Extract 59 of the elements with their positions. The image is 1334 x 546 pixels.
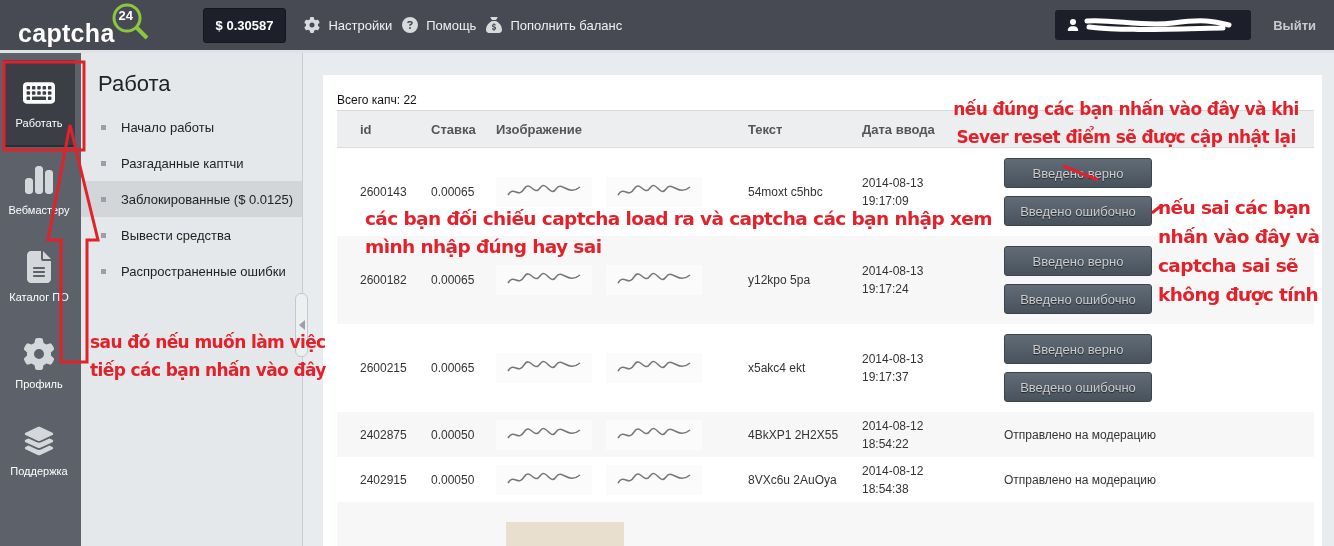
confirm-button[interactable]: Введено верно [1004,334,1152,364]
confirm-button[interactable]: Введено верно [1004,246,1152,276]
submenu-item[interactable]: Разгаданные каптчи [81,145,302,181]
annotation-text: sau đó nếu muốn làm việc tiếp các bạn nhấn vào đây [90,331,327,382]
column-header: Текст [748,121,784,137]
help-icon [402,17,419,33]
submenu-item[interactable]: Распространенные ошибки [81,253,302,289]
table-cell-text: y12kpo 5pa [748,272,812,289]
table-cell-text: 2600182 [360,272,408,289]
column-header: id [360,121,373,137]
table-cell-text: 0.00065 [431,272,476,289]
reject-button[interactable]: Введено ошибочно [1004,372,1152,402]
table-cell-text: 4BkXP1 2H2X55 [748,426,840,444]
table-cell-text: 2014-08-13 19:17:09 [862,175,925,210]
table-cell-text: 54moxt c5hbc [748,184,824,201]
money-bag-icon [486,17,503,33]
table-cell-text: 2402915 [360,471,408,489]
nav-link[interactable]: Пополнить баланс [486,17,623,33]
table-cell-text: 8VXc6u 2AuOya [748,471,838,489]
table-cell-text: 0.00065 [431,360,476,377]
nav-link[interactable]: Настройки [304,17,393,33]
table-cell-text: x5akc4 ekt [748,360,807,377]
table-cell-text: 0.00050 [431,471,476,489]
table-cell-text: 2014-08-13 19:17:24 [862,263,925,298]
sidebar-item[interactable]: Профиль [3,321,75,408]
annotation-text: nếu đúng các bạn nhấn vào đây và khi Sever reset điểm sẽ được cập nhật lại [952,98,1300,149]
section-title: Работа [98,71,172,97]
bar-chart-icon [23,163,55,196]
table-cell-text: 2600215 [360,360,408,377]
annotation-text: nếu sai các bạn nhấn vào đây và captcha sai sẽ không được tính [1158,196,1321,307]
layers-icon [23,424,55,457]
table-cell-text: 2402875 [360,426,408,444]
status-text: Отправлено на модерацию [1004,471,1157,489]
user-box[interactable] [1055,10,1252,40]
balance-display: $ 0.30587 [202,7,287,43]
nav-link[interactable]: Помощь [402,17,477,33]
table-cell-text: 2014-08-12 18:54:22 [862,417,925,453]
submenu-item[interactable]: Начало работы [81,109,302,145]
column-header: Изображение [496,121,583,137]
column-header: Ставка [431,121,477,137]
settings-icon [304,17,321,33]
submenu-item[interactable]: Вывести средства [81,217,302,253]
table-cell-text: 2600143 [360,184,408,201]
table-cell-text: 0.00050 [431,426,476,444]
logout-link[interactable]: Выйти [1273,17,1316,33]
table-cell-text: 2014-08-13 19:17:37 [862,351,925,386]
status-text: Отправлено на модерацию [1004,426,1157,444]
logo-text: captcha [18,19,115,48]
submenu-item[interactable]: Заблокированные ($ 0.0125) [81,181,302,217]
reject-button[interactable]: Введено ошибочно [1004,196,1152,226]
logo-number: 24 [118,8,134,23]
table-cell-text: 2014-08-12 18:54:38 [862,462,925,498]
user-icon [1067,19,1080,31]
table-cell-text: 0.00065 [431,184,476,201]
annotation-text: các bạn đối chiếu captcha load ra và captcha các bạn nhập xem mình nhập đúng hay sai [365,207,993,259]
settings-icon [23,337,55,370]
sidebar-item[interactable]: Поддержка [3,408,75,495]
sidebar-item[interactable]: Работать [3,60,75,147]
reject-button[interactable]: Введено ошибочно [1004,284,1152,314]
